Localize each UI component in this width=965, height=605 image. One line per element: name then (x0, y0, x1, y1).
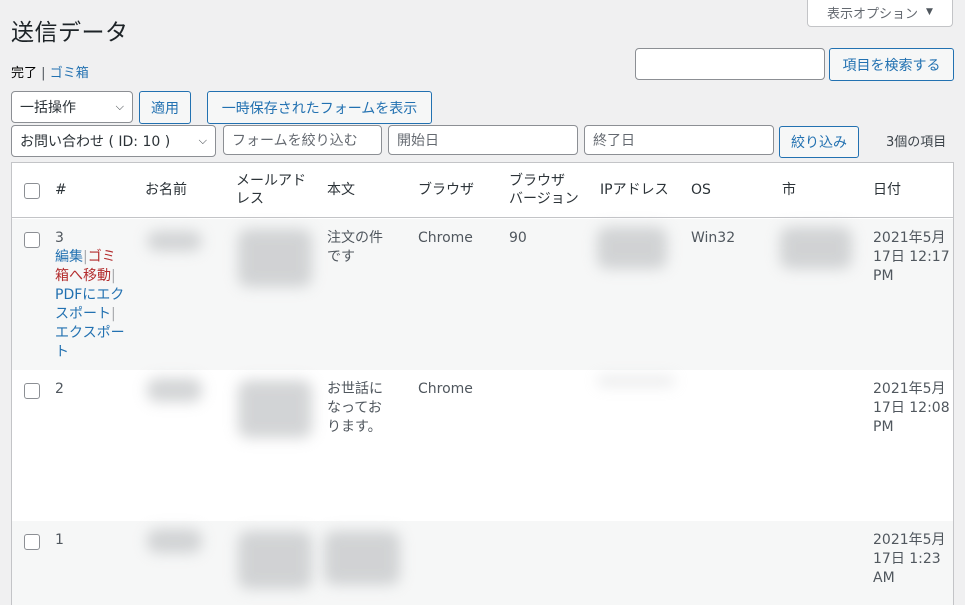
date-line3: AM (873, 570, 895, 586)
search-input[interactable] (635, 48, 825, 80)
date-line2: 17日 1:23 (873, 551, 941, 567)
redacted-name (147, 378, 202, 402)
chevron-down-icon: ⌵ (198, 134, 207, 147)
row-cell-id: 3 編集|ゴミ 箱へ移動| PDFにエク スポート| エクスポー ト (55, 229, 135, 362)
redacted-name (147, 231, 202, 251)
export-link-part1[interactable]: エクスポー (55, 325, 125, 341)
filter-separator: | (41, 66, 46, 81)
export-link-part2[interactable]: ト (55, 344, 69, 360)
filter-button[interactable]: 絞り込み (779, 126, 859, 158)
redacted-body (324, 531, 400, 585)
redacted-ip (597, 227, 667, 269)
row-actions: 編集|ゴミ 箱へ移動| PDFにエク スポート| エクスポー ト (55, 248, 135, 362)
redacted-email (238, 380, 312, 438)
column-email[interactable]: メールアド レス (236, 172, 306, 208)
screen-options-label: 表示オプション (827, 6, 919, 22)
table-row: 1 2021年5月 17日 1:23 AM (12, 521, 953, 605)
page-title: 送信データ (11, 20, 129, 46)
select-all-checkbox[interactable] (24, 183, 40, 199)
column-date[interactable]: 日付 (873, 181, 901, 199)
redacted-email (238, 229, 312, 287)
caret-down-icon: ▼ (926, 7, 933, 17)
row-cell-browser: Chrome (418, 381, 473, 397)
filter-trash-link[interactable]: ゴミ箱 (50, 66, 89, 81)
row-cell-browser: Chrome (418, 230, 473, 246)
column-email-line1: メールアド (236, 173, 306, 189)
column-browser-version-line1: ブラウザ (509, 173, 565, 189)
bulk-action-selected: 一括操作 (20, 100, 76, 116)
pdf-export-link-part1[interactable]: PDFにエク (55, 287, 124, 303)
column-os[interactable]: OS (691, 181, 711, 199)
form-select[interactable]: お問い合わせ ( ID: 10 ) ⌵ (11, 125, 216, 157)
column-body[interactable]: 本文 (327, 181, 355, 199)
trash-link-part1[interactable]: ゴミ (88, 249, 116, 265)
column-browser[interactable]: ブラウザ (418, 181, 474, 199)
column-browser-version-line2: バージョン (509, 191, 579, 207)
row-cell-browser-version: 90 (509, 230, 527, 246)
end-date-input[interactable]: 終了日 (584, 125, 774, 155)
date-line1: 2021年5月 (873, 532, 946, 548)
column-id[interactable]: # (55, 181, 67, 199)
filter-done-link[interactable]: 完了 (11, 66, 37, 81)
filter-form-input[interactable]: フォームを絞り込む (223, 125, 382, 155)
body-line3: ります。 (327, 419, 382, 435)
row-checkbox[interactable] (24, 534, 40, 550)
redacted-ip (597, 376, 675, 386)
redacted-email (238, 531, 312, 589)
row-cell-date: 2021年5月 17日 1:23 AM (873, 531, 953, 588)
column-city[interactable]: 市 (782, 181, 796, 199)
chevron-down-icon: ⌵ (115, 100, 124, 113)
row-cell-id: 1 (55, 532, 64, 548)
edit-link[interactable]: 編集 (55, 249, 83, 265)
redacted-name (147, 529, 202, 553)
item-count: 3個の項目 (886, 135, 947, 150)
row-cell-id: 2 (55, 381, 64, 397)
row-cell-body: 注文の件 です (327, 229, 407, 267)
entries-table: # お名前 メールアド レス 本文 ブラウザ ブラウザ バージョン IPアドレス… (11, 162, 954, 605)
row-id: 3 (55, 230, 64, 246)
column-email-line2: レス (236, 191, 264, 207)
date-line3: PM (873, 268, 894, 284)
date-line2: 17日 12:08 (873, 400, 950, 416)
column-ip[interactable]: IPアドレス (600, 181, 669, 199)
table-header: # お名前 メールアド レス 本文 ブラウザ ブラウザ バージョン IPアドレス… (12, 163, 953, 218)
date-line1: 2021年5月 (873, 381, 946, 397)
action-separator: | (111, 306, 116, 322)
show-temp-forms-button[interactable]: 一時保存されたフォームを表示 (207, 91, 432, 124)
screen-options-button[interactable]: 表示オプション ▼ (807, 0, 953, 27)
bulk-action-select[interactable]: 一括操作 ⌵ (11, 91, 133, 123)
action-separator: | (111, 268, 116, 284)
row-checkbox[interactable] (24, 383, 40, 399)
trash-link-part2[interactable]: 箱へ移動 (55, 268, 111, 284)
body-line2: なってお (327, 400, 382, 416)
date-line3: PM (873, 419, 894, 435)
pdf-export-link-part2[interactable]: スポート (55, 306, 111, 322)
column-name[interactable]: お名前 (145, 181, 187, 199)
body-line2: です (327, 249, 355, 265)
apply-button[interactable]: 適用 (139, 91, 191, 124)
body-line1: お世話に (327, 381, 383, 397)
search-submit-button[interactable]: 項目を検索する (829, 48, 954, 81)
start-date-input[interactable]: 開始日 (388, 125, 578, 155)
row-cell-date: 2021年5月 17日 12:17 PM (873, 229, 953, 286)
date-line2: 17日 12:17 (873, 249, 950, 265)
form-select-value: お問い合わせ ( ID: 10 ) (20, 134, 171, 150)
body-line1: 注文の件 (327, 230, 383, 246)
row-cell-date: 2021年5月 17日 12:08 PM (873, 380, 953, 437)
table-row: 2 お世話に なってお ります。 Chrome 2021年5月 17日 12:0… (12, 370, 953, 521)
table-row: 3 編集|ゴミ 箱へ移動| PDFにエク スポート| エクスポー ト 注文の件 … (12, 219, 953, 370)
date-line1: 2021年5月 (873, 230, 946, 246)
status-filter-links: 完了 | ゴミ箱 (11, 62, 89, 81)
row-checkbox[interactable] (24, 232, 40, 248)
row-cell-body: お世話に なってお ります。 (327, 380, 407, 437)
redacted-city (780, 227, 852, 269)
column-browser-version[interactable]: ブラウザ バージョン (509, 172, 579, 208)
row-cell-os: Win32 (691, 230, 736, 246)
